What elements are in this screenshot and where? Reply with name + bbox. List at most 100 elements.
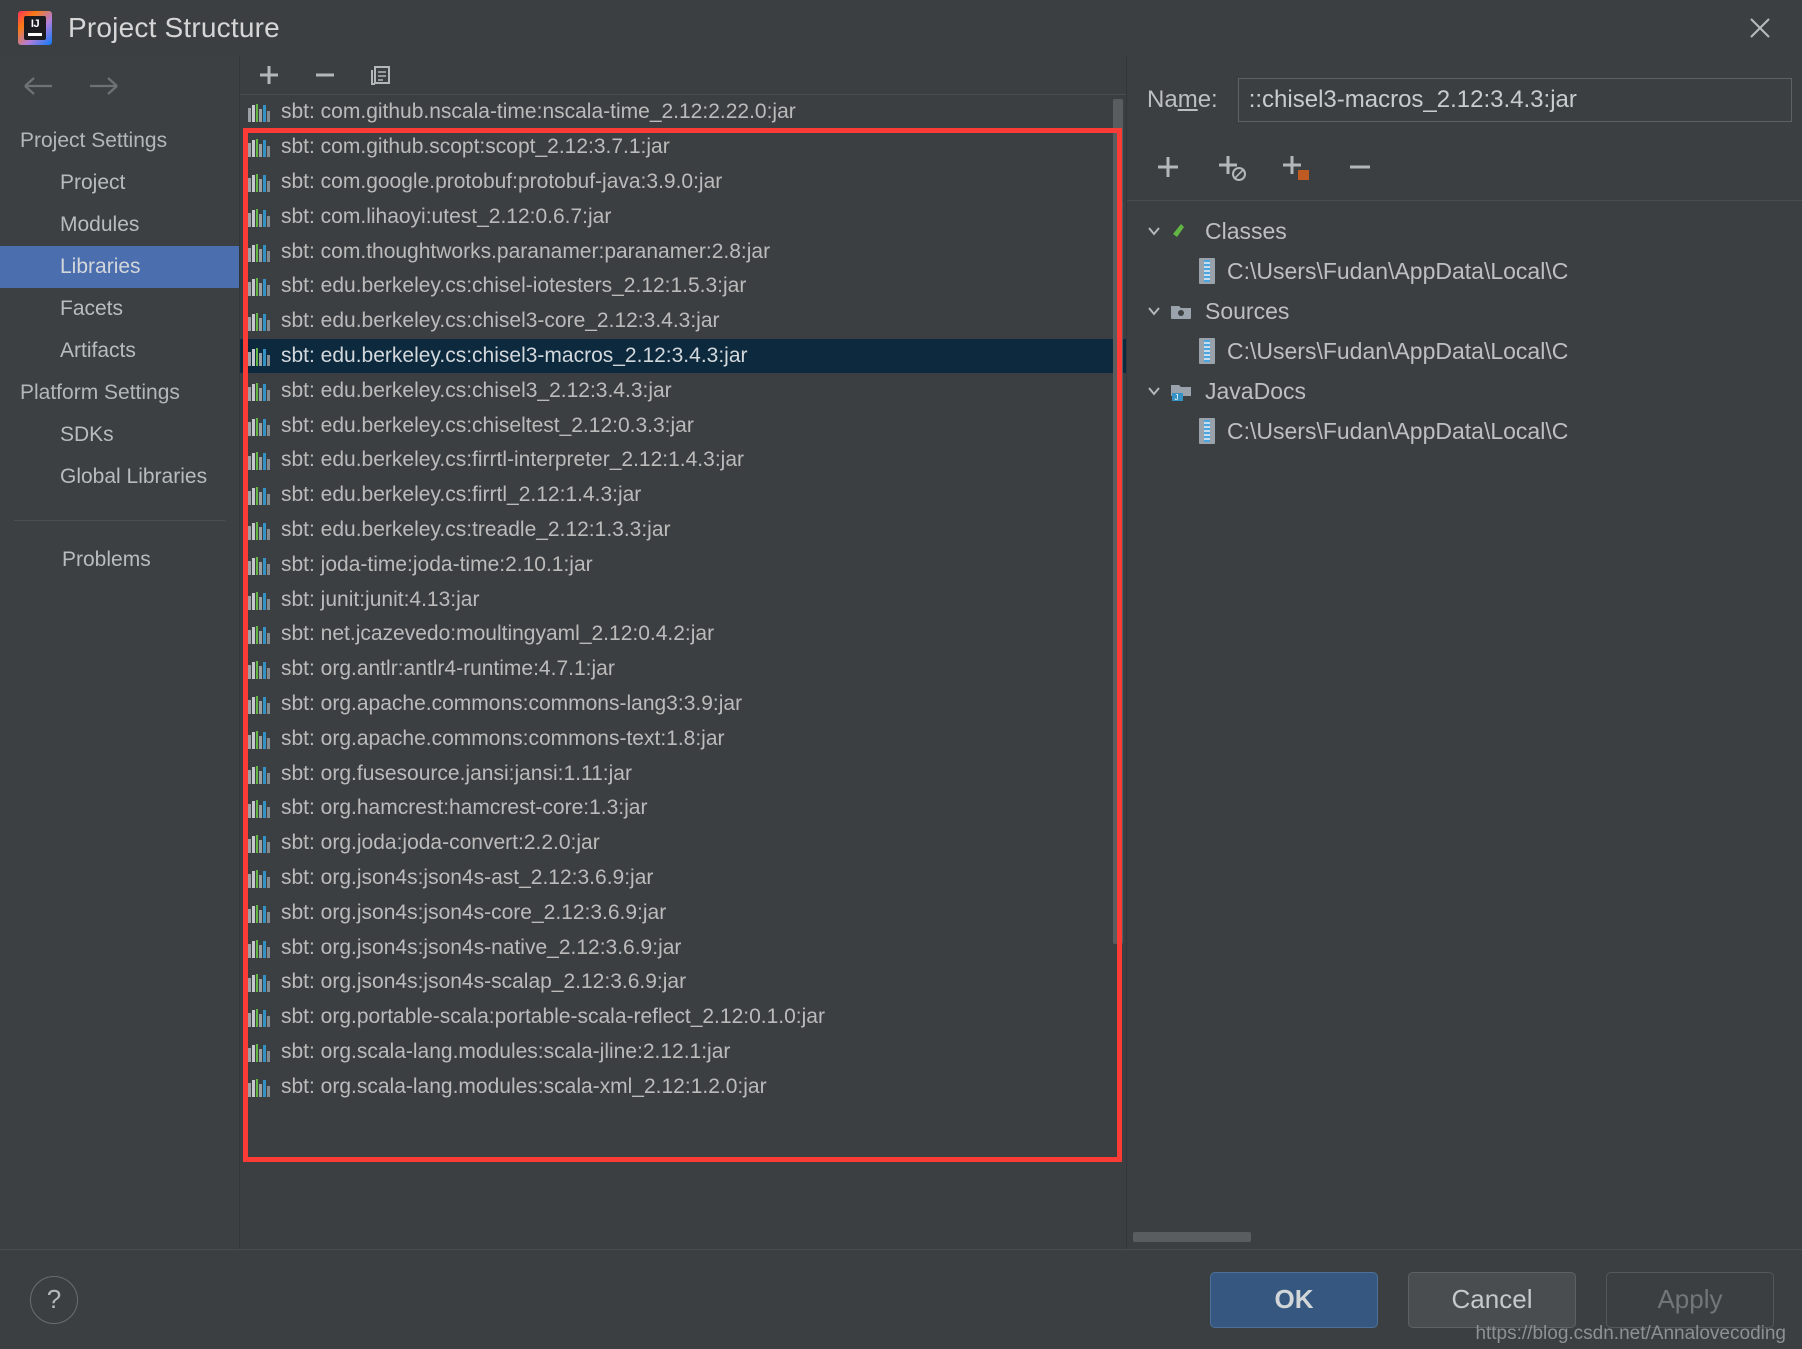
scrollbar-thumb[interactable] (1133, 1232, 1251, 1242)
sidebar-item-global-libraries[interactable]: Global Libraries (0, 456, 239, 498)
library-icon (248, 972, 270, 993)
add-folder-icon[interactable] (1277, 150, 1315, 184)
library-item-label: sbt: edu.berkeley.cs:chisel3_2.12:3.4.3:… (281, 378, 672, 402)
library-list-item[interactable]: sbt: org.json4s:json4s-core_2.12:3.6.9:j… (240, 895, 1126, 930)
library-item-label: sbt: org.antlr:antlr4-runtime:4.7.1:jar (281, 657, 615, 681)
cancel-button[interactable]: Cancel (1408, 1271, 1576, 1328)
library-icon (248, 520, 270, 540)
library-icon (248, 137, 270, 158)
chevron-down-icon[interactable] (1141, 222, 1167, 240)
library-list-item[interactable]: sbt: org.joda:joda-convert:2.2.0:jar (240, 826, 1126, 861)
library-list-item[interactable]: sbt: joda-time:joda-time:2.10.1:jar (240, 547, 1126, 582)
sidebar-item-problems[interactable]: Problems (0, 539, 239, 581)
apply-button[interactable]: Apply (1606, 1271, 1774, 1328)
library-list-item[interactable]: sbt: org.antlr:antlr4-runtime:4.7.1:jar (240, 652, 1126, 687)
library-list-item[interactable]: sbt: org.fusesource.jansi:jansi:1.11:jar (240, 756, 1126, 791)
library-list-item[interactable]: sbt: org.json4s:json4s-native_2.12:3.6.9… (240, 930, 1126, 965)
sidebar-group-project-settings: Project Settings (20, 129, 168, 152)
library-icon (248, 798, 270, 819)
arrow-right-icon[interactable] (86, 74, 120, 98)
library-list-item[interactable]: sbt: org.json4s:json4s-scalap_2.12:3.6.9… (240, 965, 1126, 1000)
library-item-label: sbt: org.json4s:json4s-native_2.12:3.6.9… (281, 935, 682, 959)
library-list-item[interactable]: sbt: org.apache.commons:commons-text:1.8… (240, 721, 1126, 756)
scrollbar-thumb[interactable] (1113, 99, 1123, 944)
jar-icon (1199, 338, 1215, 364)
sidebar-item-libraries[interactable]: Libraries (0, 246, 239, 288)
library-list-item[interactable]: sbt: org.scala-lang.modules:scala-jline:… (240, 1035, 1126, 1070)
sidebar-item-facets[interactable]: Facets (0, 288, 239, 330)
library-list-item[interactable]: sbt: edu.berkeley.cs:treadle_2.12:1.3.3:… (240, 513, 1126, 548)
details-toolbar (1127, 122, 1802, 201)
library-list-item[interactable]: sbt: com.thoughtworks.paranamer:paraname… (240, 234, 1126, 269)
library-icon (248, 868, 270, 888)
library-list-item[interactable]: sbt: org.json4s:json4s-ast_2.12:3.6.9:ja… (240, 861, 1126, 896)
library-item-label: sbt: net.jcazevedo:moultingyaml_2.12:0.4… (281, 622, 715, 646)
library-list-item[interactable]: sbt: edu.berkeley.cs:chiseltest_2.12:0.3… (240, 408, 1126, 443)
library-icon (248, 903, 270, 923)
library-list-item[interactable]: sbt: org.apache.commons:commons-lang3:3.… (240, 687, 1126, 722)
svg-text:J: J (1175, 393, 1179, 402)
library-item-label: sbt: com.lihaoyi:utest_2.12:0.6.7:jar (281, 204, 612, 228)
library-icon (248, 764, 270, 784)
library-icon (248, 276, 270, 297)
library-icon (248, 416, 270, 436)
library-name-input[interactable]: ::chisel3-macros_2.12:3.4.3:jar (1237, 78, 1792, 122)
tree-node-javadocs[interactable]: J JavaDocs (1127, 371, 1802, 411)
library-list-item[interactable]: sbt: com.google.protobuf:protobuf-java:3… (240, 165, 1126, 200)
add-icon[interactable] (254, 60, 284, 90)
library-roots-tree: Classes C:\Users\Fudan\AppData\Local\C S… (1127, 201, 1802, 451)
chevron-down-icon[interactable] (1141, 302, 1167, 320)
tree-node-javadocs-path[interactable]: C:\Users\Fudan\AppData\Local\C (1127, 411, 1802, 451)
name-label: Name: (1147, 86, 1218, 113)
dialog-body: Project Settings Project Modules Librari… (0, 56, 1802, 1249)
tree-node-sources[interactable]: Sources (1127, 291, 1802, 331)
library-list-item[interactable]: sbt: edu.berkeley.cs:chisel3-macros_2.12… (240, 338, 1126, 374)
library-item-label: sbt: org.apache.commons:commons-lang3:3.… (281, 691, 743, 715)
library-list-item[interactable]: sbt: edu.berkeley.cs:chisel-iotesters_2.… (240, 269, 1126, 304)
libraries-list-scroll[interactable]: sbt: com.github.nscala-time:nscala-time_… (240, 95, 1126, 1249)
remove-icon[interactable] (1341, 150, 1379, 184)
library-list-item[interactable]: sbt: junit:junit:4.13:jar (240, 582, 1126, 617)
close-icon[interactable] (1740, 8, 1780, 48)
library-item-label: sbt: com.github.scopt:scopt_2.12:3.7.1:j… (281, 135, 670, 159)
copy-icon[interactable] (366, 60, 396, 90)
library-list-item[interactable]: sbt: net.jcazevedo:moultingyaml_2.12:0.4… (240, 617, 1126, 652)
sidebar-item-modules[interactable]: Modules (0, 204, 239, 246)
chevron-down-icon[interactable] (1141, 382, 1167, 400)
sidebar-item-sdks[interactable]: SDKs (0, 414, 239, 456)
tree-node-sources-path[interactable]: C:\Users\Fudan\AppData\Local\C (1127, 331, 1802, 371)
library-list-item[interactable]: sbt: edu.berkeley.cs:chisel3-core_2.12:3… (240, 304, 1126, 339)
library-icon (248, 555, 270, 575)
library-icon (248, 729, 270, 749)
add-icon[interactable] (1149, 150, 1187, 184)
arrow-left-icon[interactable] (22, 74, 56, 98)
details-horizontal-scrollbar[interactable] (1133, 1231, 1796, 1243)
tree-node-classes[interactable]: Classes (1127, 211, 1802, 251)
libraries-list[interactable]: sbt: com.github.nscala-time:nscala-time_… (240, 94, 1126, 1249)
library-icon (248, 172, 270, 192)
library-list-item[interactable]: sbt: edu.berkeley.cs:firrtl_2.12:1.4.3:j… (240, 478, 1126, 513)
logo-text: IJ (30, 18, 40, 30)
remove-icon[interactable] (310, 60, 340, 90)
library-list-item[interactable]: sbt: com.github.nscala-time:nscala-time_… (240, 95, 1126, 130)
intellij-logo-icon: IJ (18, 11, 52, 45)
sidebar-item-artifacts[interactable]: Artifacts (0, 330, 239, 372)
library-item-label: sbt: org.portable-scala:portable-scala-r… (281, 1005, 825, 1029)
help-button[interactable]: ? (30, 1275, 78, 1324)
library-list-item[interactable]: sbt: edu.berkeley.cs:chisel3_2.12:3.4.3:… (240, 373, 1126, 408)
library-item-label: sbt: org.hamcrest:hamcrest-core:1.3:jar (281, 796, 648, 820)
tree-node-label: JavaDocs (1205, 377, 1306, 404)
sidebar-item-project[interactable]: Project (0, 162, 239, 204)
library-list-item[interactable]: sbt: org.portable-scala:portable-scala-r… (240, 1000, 1126, 1035)
add-url-icon[interactable] (1213, 150, 1251, 184)
ok-button[interactable]: OK (1210, 1271, 1378, 1328)
libraries-vertical-scrollbar[interactable] (1112, 97, 1124, 1247)
library-list-item[interactable]: sbt: com.github.scopt:scopt_2.12:3.7.1:j… (240, 130, 1126, 165)
tree-node-path: C:\Users\Fudan\AppData\Local\C (1227, 337, 1569, 364)
library-list-item[interactable]: sbt: com.lihaoyi:utest_2.12:0.6.7:jar (240, 199, 1126, 234)
library-list-item[interactable]: sbt: edu.berkeley.cs:firrtl-interpreter_… (240, 443, 1126, 478)
tree-node-classes-path[interactable]: C:\Users\Fudan\AppData\Local\C (1127, 251, 1802, 291)
library-list-item[interactable]: sbt: org.hamcrest:hamcrest-core:1.3:jar (240, 791, 1126, 826)
library-item-label: sbt: edu.berkeley.cs:chisel3-core_2.12:3… (281, 309, 720, 333)
library-list-item[interactable]: sbt: org.scala-lang.modules:scala-xml_2.… (240, 1069, 1126, 1104)
